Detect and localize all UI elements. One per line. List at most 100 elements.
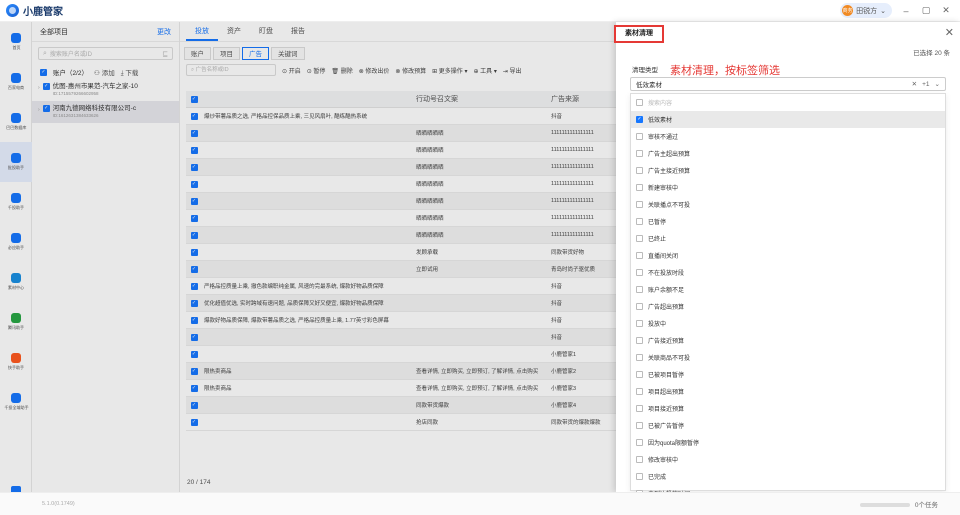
toolbar-button[interactable]: ⊗ 修改预算 xyxy=(395,66,426,75)
option-item[interactable]: 关联商品不可投 xyxy=(631,349,945,366)
account-item[interactable]: › 优图-惠州市果范-汽车之家-10 ID:1715579266602958 xyxy=(32,79,179,101)
nav-item-globe[interactable]: 千投全域助手 xyxy=(0,382,32,422)
tab-0[interactable]: 投放 xyxy=(186,23,218,41)
close-icon[interactable]: ✕ xyxy=(945,26,954,39)
option-item[interactable]: 不在投放时段 xyxy=(631,264,945,281)
table-row[interactable]: 同款带货爆款 小鹿管家4 xyxy=(186,397,616,414)
nav-item-home[interactable]: 首页 xyxy=(0,22,32,62)
download-button[interactable]: ⤓ 下载 xyxy=(121,67,139,78)
nav-item-cart[interactable]: 百家电商 xyxy=(0,62,32,102)
table-row[interactable]: 晒晒晒晒晒 1111111111111111 xyxy=(186,193,616,210)
row-checkbox[interactable] xyxy=(190,282,198,290)
option-checkbox[interactable] xyxy=(636,439,643,446)
table-row[interactable]: 爆款好物品质保障, 爆款带薯品质之选, 严格品控质量上乘, 1.77英寸彩色屏幕… xyxy=(186,312,616,329)
table-row[interactable]: 发顾承载 同款带货好物 xyxy=(186,244,616,261)
filter-icon[interactable]: ⊑ xyxy=(162,50,168,58)
row-checkbox[interactable] xyxy=(190,401,198,409)
row-checkbox[interactable] xyxy=(190,418,198,426)
option-item[interactable]: 直播间关闭 xyxy=(631,247,945,264)
account-search-input[interactable]: ⌕ 搜索账户名或ID ⊑ xyxy=(38,47,173,60)
row-checkbox[interactable] xyxy=(190,163,198,171)
option-item[interactable]: 已暂停 xyxy=(631,213,945,230)
option-checkbox[interactable] xyxy=(636,252,643,259)
option-item[interactable]: 低效素材 xyxy=(631,111,945,128)
option-checkbox[interactable] xyxy=(636,388,643,395)
account-checkbox[interactable] xyxy=(42,105,50,112)
nav-item-kuaishou[interactable]: 快手助手 xyxy=(0,342,32,382)
row-checkbox[interactable] xyxy=(190,248,198,256)
toolbar-button[interactable]: 🗑 删除 xyxy=(331,66,352,75)
option-checkbox[interactable] xyxy=(636,456,643,463)
option-checkbox[interactable] xyxy=(636,371,643,378)
cleanup-type-select[interactable]: 低效素材 ✕ +1 ⌄ xyxy=(630,77,946,91)
option-item[interactable]: 账户余额不足 xyxy=(631,281,945,298)
clear-icon[interactable]: ✕ xyxy=(912,80,917,88)
row-checkbox[interactable] xyxy=(190,231,198,239)
toolbar-button[interactable]: ⇥ 导出 xyxy=(503,66,522,75)
table-row[interactable]: 限热卖商品 查看详情, 立即购买, 立即预订, 了解详情, 点击购买 小鹿管家3 xyxy=(186,380,616,397)
option-checkbox[interactable] xyxy=(636,473,643,480)
table-row[interactable]: 晒晒晒晒晒 1111111111111111 xyxy=(186,227,616,244)
option-checkbox[interactable] xyxy=(636,167,643,174)
option-checkbox[interactable] xyxy=(636,320,643,327)
maximize-button[interactable]: ▢ xyxy=(920,5,932,16)
option-item[interactable]: 项目超出预算 xyxy=(631,383,945,400)
row-checkbox[interactable] xyxy=(190,384,198,392)
nav-item-bing[interactable]: 必应助手 xyxy=(0,222,32,262)
option-checkbox[interactable] xyxy=(636,218,643,225)
option-item[interactable]: 审核不通过 xyxy=(631,128,945,145)
table-row[interactable]: 抖音 xyxy=(186,329,616,346)
table-row[interactable]: 抢店同款 同款带货的爆款爆款 xyxy=(186,414,616,431)
option-checkbox[interactable] xyxy=(636,422,643,429)
option-item[interactable]: 新建审核中 xyxy=(631,179,945,196)
option-item[interactable]: 关联播点不可投 xyxy=(631,196,945,213)
table-row[interactable]: 晒晒晒晒晒 1111111111111111 xyxy=(186,142,616,159)
add-account-button[interactable]: ⚇ 添加 xyxy=(94,67,115,77)
subtab-2[interactable]: 广告 xyxy=(242,46,269,60)
subtab-0[interactable]: 账户 xyxy=(184,46,211,60)
option-item[interactable]: 因为quota限额暂停 xyxy=(631,434,945,451)
option-checkbox[interactable] xyxy=(636,269,643,276)
row-checkbox[interactable] xyxy=(190,299,198,307)
option-item[interactable]: 广告主接近预算 xyxy=(631,162,945,179)
user-menu[interactable]: 商务 田锐方 ⌄ xyxy=(840,3,892,18)
nav-item-rocket[interactable]: 批投助手 xyxy=(0,142,32,182)
column-header-source[interactable]: 广告来源 xyxy=(547,94,616,104)
row-checkbox[interactable] xyxy=(190,316,198,324)
option-item[interactable]: 广告主超出预算 xyxy=(631,145,945,162)
change-project-link[interactable]: 更改 xyxy=(157,27,171,37)
table-row[interactable]: 晒晒晒晒晒 1111111111111111 xyxy=(186,210,616,227)
table-row[interactable]: 限热卖商品 查看详情, 立即购买, 立即预订, 了解详情, 点击购买 小鹿管家2 xyxy=(186,363,616,380)
option-checkbox[interactable] xyxy=(636,116,643,123)
option-checkbox[interactable] xyxy=(636,303,643,310)
option-item[interactable]: 投放中 xyxy=(631,315,945,332)
option-checkbox[interactable] xyxy=(636,235,643,242)
toolbar-button[interactable]: ⊙ 暂停 xyxy=(307,66,326,75)
toolbar-button[interactable]: ⊗ 修改出价 xyxy=(359,66,390,75)
option-checkbox[interactable] xyxy=(636,150,643,157)
row-checkbox[interactable] xyxy=(190,180,198,188)
option-item[interactable]: 已被项目暂停 xyxy=(631,366,945,383)
table-row[interactable]: 晒晒晒晒晒 1111111111111111 xyxy=(186,159,616,176)
toolbar-button[interactable]: ⊞ 更多操作 ▾ xyxy=(432,66,467,75)
subtab-3[interactable]: 关键词 xyxy=(271,46,305,60)
option-checkbox[interactable] xyxy=(636,405,643,412)
table-row[interactable]: 严格品控质量上乘, 撤色款编职纯金属, 风速的完最系统, 爆款好物品质保障 抖音 xyxy=(186,278,616,295)
option-item[interactable]: 广告接近预算 xyxy=(631,332,945,349)
option-item[interactable]: 已完成 xyxy=(631,468,945,485)
table-row[interactable]: 晒晒晒晒晒 1111111111111111 xyxy=(186,125,616,142)
task-count[interactable]: 0个任务 xyxy=(915,499,938,509)
subtab-1[interactable]: 项目 xyxy=(213,46,240,60)
table-row[interactable]: 小鹿管家1 xyxy=(186,346,616,363)
table-row[interactable]: 爆炒带薯品质之选, 严格品控保品质上乘, 三见风扇叶, 酷练酷热系统 抖音 xyxy=(186,108,616,125)
table-row[interactable]: 立即试用 青岛时尚子驱优质 xyxy=(186,261,616,278)
select-all-rows-checkbox[interactable] xyxy=(190,95,198,103)
row-checkbox[interactable] xyxy=(190,333,198,341)
row-checkbox[interactable] xyxy=(190,129,198,137)
row-checkbox[interactable] xyxy=(190,214,198,222)
nav-item-plane[interactable]: 千投助手 xyxy=(0,182,32,222)
row-checkbox[interactable] xyxy=(190,367,198,375)
table-row[interactable]: 晒晒晒晒晒 1111111111111111 xyxy=(186,176,616,193)
option-checkbox[interactable] xyxy=(636,184,643,191)
row-checkbox[interactable] xyxy=(190,112,198,120)
